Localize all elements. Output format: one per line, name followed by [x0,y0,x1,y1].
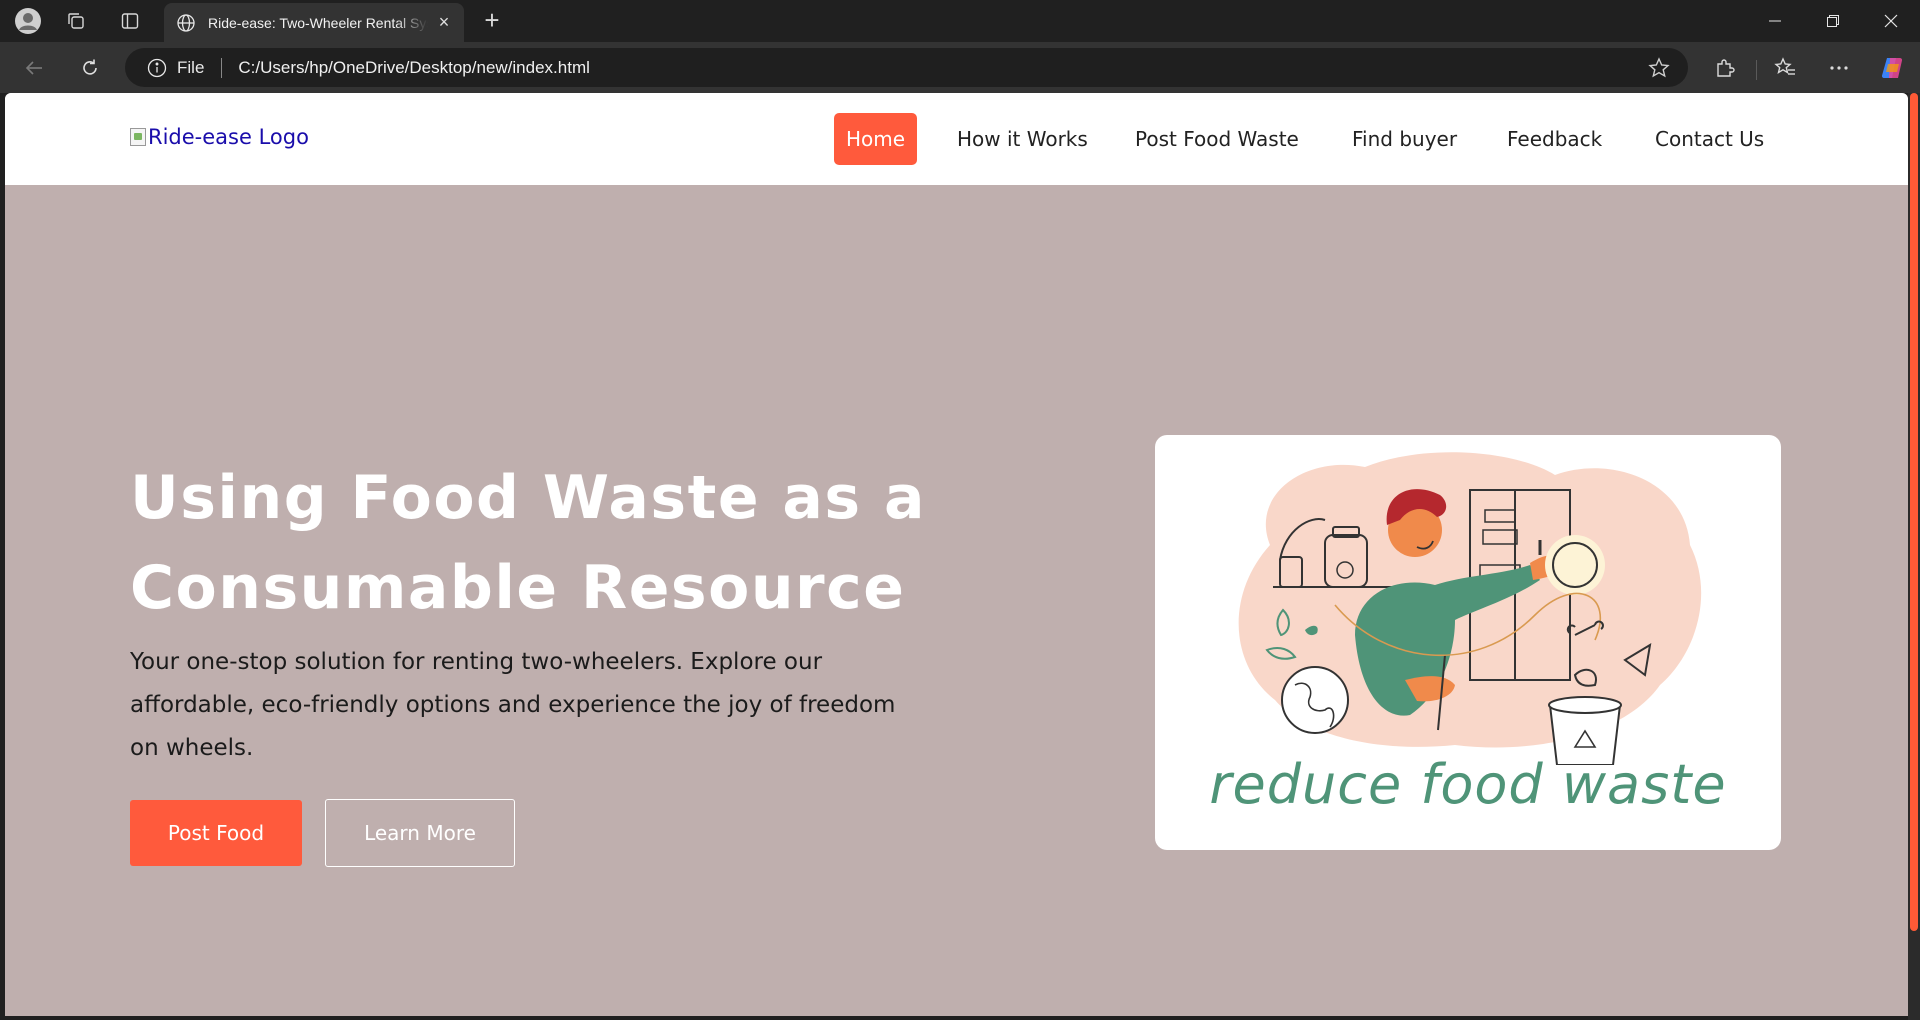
globe-icon [177,13,195,32]
close-window-icon[interactable] [1862,0,1920,42]
site-header: Ride-ease Logo Home How it Works Post Fo… [5,93,1908,185]
back-arrow-icon[interactable] [16,52,52,84]
copilot-icon[interactable] [1876,52,1910,84]
hero-illustration-card: reduce food waste [1155,435,1781,850]
minimize-icon[interactable] [1746,0,1804,42]
url-text[interactable]: C:/Users/hp/OneDrive/Desktop/new/index.h… [238,58,589,78]
nav-find-buyer[interactable]: Find buyer [1352,113,1457,165]
site-logo[interactable]: Ride-ease Logo [130,125,309,149]
logo-alt-text: Ride-ease Logo [148,125,309,149]
scrollbar-thumb[interactable] [1910,93,1918,931]
workspaces-icon[interactable] [60,6,92,36]
hero-title-line-1: Using Food Waste as a [130,463,926,533]
hero-description: Your one-stop solution for renting two-w… [130,649,896,761]
browser-toolbar: File C:/Users/hp/OneDrive/Desktop/new/in… [0,42,1920,93]
more-menu-icon[interactable] [1822,52,1856,84]
refresh-icon[interactable] [72,52,108,84]
food-waste-illustration [1238,452,1702,766]
new-tab-button[interactable]: + [476,6,508,36]
close-tab-icon[interactable]: × [434,12,454,33]
active-tab[interactable]: Ride-ease: Two-Wheeler Rental System × [164,3,464,42]
hero-title: Using Food Waste as a Consumable Resourc… [130,453,950,633]
info-icon[interactable] [147,58,167,78]
browser-titlebar: Ride-ease: Two-Wheeler Rental System × + [0,0,1920,42]
restore-icon[interactable] [1804,0,1862,42]
nav-contact-us[interactable]: Contact Us [1655,113,1764,165]
page-scrollbar[interactable] [1908,93,1920,1020]
address-bar[interactable]: File C:/Users/hp/OneDrive/Desktop/new/in… [125,48,1688,87]
nav-home[interactable]: Home [834,113,918,165]
nav-feedback[interactable]: Feedback [1507,113,1602,165]
favorites-icon[interactable] [1768,52,1802,84]
nav-post-food-waste[interactable]: Post Food Waste [1135,113,1299,165]
nav-how-it-works[interactable]: How it Works [957,113,1088,165]
broken-image-icon [130,128,146,146]
post-food-button[interactable]: Post Food [130,800,302,866]
illustration-caption: reduce food waste [1209,753,1727,816]
tab-title: Ride-ease: Two-Wheeler Rental System [208,14,428,31]
vertical-tabs-icon[interactable] [114,6,146,36]
extensions-icon[interactable] [1708,52,1742,84]
learn-more-button[interactable]: Learn More [325,799,515,867]
hero-title-line-2: Consumable Resource [130,553,906,623]
site-info-label[interactable]: File [177,58,204,78]
profile-avatar-icon[interactable] [12,6,44,36]
favorite-star-icon[interactable] [1648,57,1670,79]
toolbar-divider [1756,60,1757,80]
page-viewport: Ride-ease Logo Home How it Works Post Fo… [5,93,1908,1016]
address-divider [221,57,223,78]
